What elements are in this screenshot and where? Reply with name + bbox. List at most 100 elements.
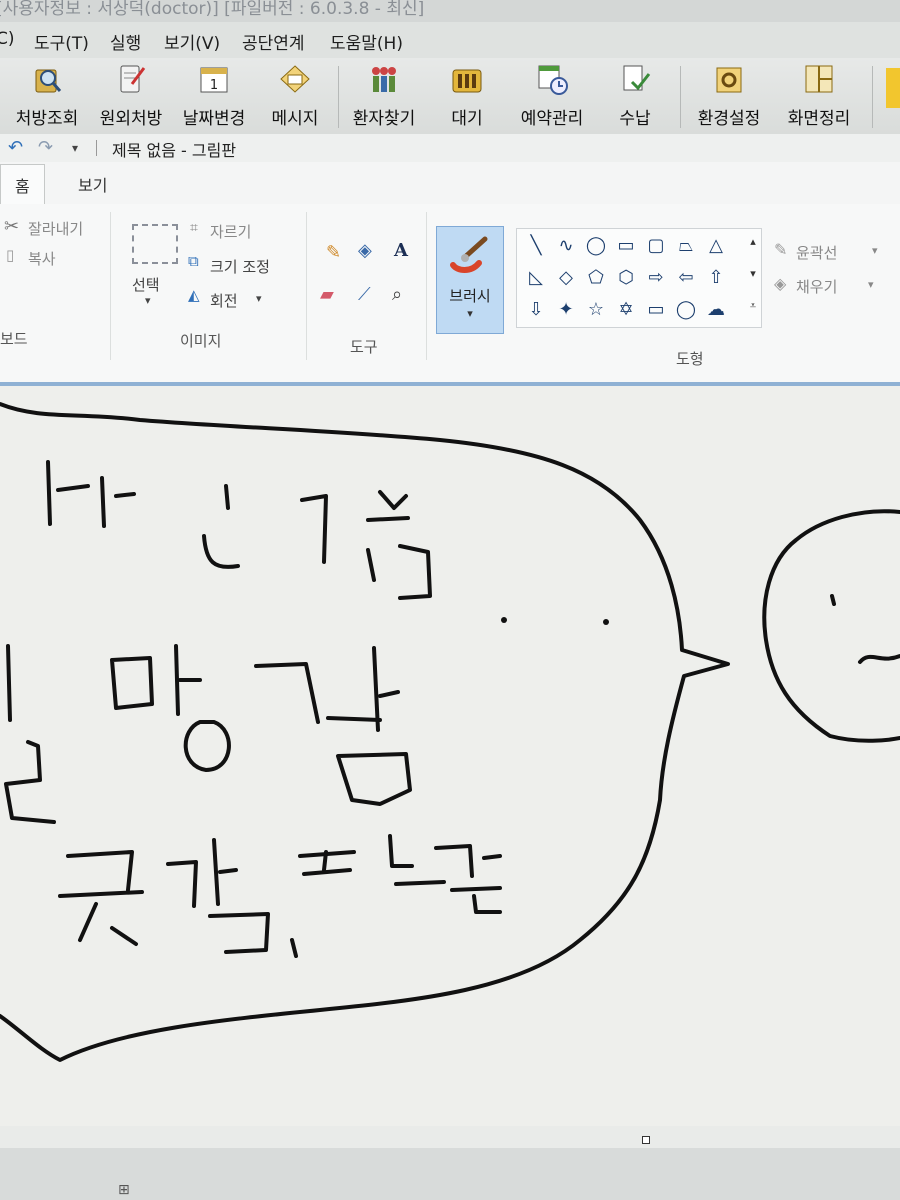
right-arrow-shape-icon[interactable]: ⇨ bbox=[645, 267, 667, 289]
resize-button[interactable]: 크기 조정 bbox=[210, 256, 270, 277]
toolbar-label: 환경설정 bbox=[697, 109, 761, 129]
toolbar-label: 메시지 bbox=[271, 109, 319, 129]
fill-button[interactable]: 채우기 bbox=[796, 276, 837, 297]
menu-item-run[interactable]: 실행 bbox=[110, 29, 141, 54]
prescription-search-button[interactable]: 처방조회 bbox=[10, 62, 84, 132]
group-separator bbox=[110, 212, 111, 360]
reservation-button[interactable]: 예약관리 bbox=[512, 62, 592, 132]
line-shape-icon[interactable]: ╲ bbox=[525, 235, 547, 257]
drawing-canvas[interactable] bbox=[0, 386, 900, 1126]
clipboard-group-title: 보드 bbox=[0, 330, 28, 348]
redo-icon[interactable]: ↷ bbox=[38, 137, 53, 158]
handwriting-stroke bbox=[450, 886, 502, 892]
cloud-callout-shape-icon[interactable]: ☁ bbox=[705, 299, 727, 321]
rotate-dropdown-icon[interactable]: ▾ bbox=[256, 292, 262, 305]
six-point-star-shape-icon[interactable]: ✡ bbox=[615, 299, 637, 321]
handwriting-stroke bbox=[322, 850, 328, 872]
handwriting-stroke bbox=[46, 460, 52, 526]
shapes-scroll-down-icon[interactable]: ▾ bbox=[745, 267, 761, 289]
color-picker-icon[interactable]: ⟋ bbox=[358, 284, 371, 305]
payment-button[interactable]: 수납 bbox=[604, 62, 666, 132]
waiting-icon bbox=[452, 69, 482, 93]
toolbar-label: 대기 bbox=[451, 109, 483, 129]
magnifier-icon[interactable]: ⌕ bbox=[392, 284, 402, 305]
menu-item-view[interactable]: 보기(V) bbox=[164, 29, 220, 54]
screen-arrange-button[interactable]: 화면정리 bbox=[778, 62, 860, 132]
reservation-icon bbox=[538, 65, 568, 95]
pentagon-shape-icon[interactable]: ⬠ bbox=[585, 267, 607, 289]
right-triangle-shape-icon[interactable]: ◺ bbox=[525, 267, 547, 289]
rect-callout-shape-icon[interactable]: ▭ bbox=[645, 299, 667, 321]
select-button[interactable]: 선택 bbox=[132, 274, 160, 295]
select-dropdown-icon[interactable]: ▾ bbox=[145, 294, 151, 307]
waiting-button[interactable]: 대기 bbox=[434, 62, 500, 132]
polygon-shape-icon[interactable]: ⏢ bbox=[675, 235, 697, 257]
up-arrow-shape-icon[interactable]: ⇧ bbox=[705, 267, 727, 289]
copy-button[interactable]: 복사 bbox=[28, 248, 56, 269]
menu-item-nhis[interactable]: 공단연계 bbox=[242, 29, 305, 54]
tab-home[interactable]: 홈 bbox=[0, 164, 45, 207]
shapes-group-title: 도형 bbox=[676, 350, 704, 368]
brush-button[interactable]: 브러시 ▾ bbox=[436, 226, 504, 334]
patient-search-button[interactable]: 환자찾기 bbox=[346, 62, 422, 132]
outside-prescription-button[interactable]: 원외처방 bbox=[94, 62, 168, 132]
rotate-button[interactable]: 회전 bbox=[210, 290, 238, 311]
change-date-button[interactable]: 1 날짜변경 bbox=[176, 62, 252, 132]
select-icon[interactable] bbox=[132, 224, 178, 264]
status-bar: ⊞ bbox=[0, 1148, 900, 1200]
cut-button[interactable]: 잘라내기 bbox=[28, 218, 83, 239]
five-point-star-shape-icon[interactable]: ☆ bbox=[585, 299, 607, 321]
menu-item-c[interactable]: C) bbox=[0, 29, 15, 49]
fill-bucket-icon[interactable]: ◈ bbox=[358, 240, 372, 261]
toolbar-label: 원외처방 bbox=[99, 109, 163, 129]
canvas-area[interactable] bbox=[0, 386, 900, 1126]
diamond-shape-icon[interactable]: ◇ bbox=[555, 267, 577, 289]
menu-item-tools[interactable]: 도구(T) bbox=[34, 29, 89, 54]
brush-dropdown-icon[interactable]: ▾ bbox=[437, 307, 503, 320]
toolbar-label: 환자찾기 bbox=[352, 109, 416, 129]
crop-button[interactable]: 자르기 bbox=[210, 221, 251, 242]
shapes-gallery: ╲ ∿ ◯ ▭ ▢ ⏢ △ ◺ ◇ ⬠ ⬡ ⇨ ⇦ ⇧ ⇩ ✦ ☆ ✡ ▭ ◯ … bbox=[516, 228, 762, 328]
hexagon-shape-icon[interactable]: ⬡ bbox=[615, 267, 637, 289]
toolbar-label: 화면정리 bbox=[787, 109, 851, 129]
handwriting-stroke bbox=[366, 516, 410, 522]
menu-item-help[interactable]: 도움말(H) bbox=[330, 29, 403, 54]
shapes-expand-icon[interactable]: ⩡ bbox=[745, 299, 761, 321]
four-point-star-shape-icon[interactable]: ✦ bbox=[555, 299, 577, 321]
handwriting-stroke bbox=[100, 476, 106, 528]
pencil-icon[interactable]: ✎ bbox=[326, 242, 341, 263]
canvas-resize-handle[interactable] bbox=[642, 1136, 650, 1144]
outline-button[interactable]: 윤곽선 bbox=[796, 242, 837, 263]
paint-window-title: 제목 없음 - 그림판 bbox=[112, 141, 237, 160]
undo-icon[interactable]: ↶ bbox=[8, 137, 23, 158]
rectangle-shape-icon[interactable]: ▭ bbox=[615, 235, 637, 257]
down-arrow-shape-icon[interactable]: ⇩ bbox=[525, 299, 547, 321]
curve-shape-icon[interactable]: ∿ bbox=[555, 235, 577, 257]
oval-shape-icon[interactable]: ◯ bbox=[585, 235, 607, 257]
ribbon-tabs: 홈 보기 bbox=[0, 162, 900, 207]
oval-callout-shape-icon[interactable]: ◯ bbox=[675, 299, 697, 321]
shapes-scroll-up-icon[interactable]: ▴ bbox=[745, 235, 761, 257]
tab-view[interactable]: 보기 bbox=[78, 172, 107, 196]
brush-icon bbox=[450, 236, 488, 273]
overflow-toolbar-icon[interactable] bbox=[886, 68, 900, 108]
app-toolbar: 처방조회 원외처방 1 날짜변경 메시지 환자찾기 대기 예약관리 수납 환경설… bbox=[0, 58, 900, 135]
resize-icon: ⧉ bbox=[188, 252, 199, 270]
outline-dropdown-icon[interactable]: ▾ bbox=[872, 244, 878, 257]
canvas-surface[interactable] bbox=[0, 386, 900, 1126]
left-arrow-shape-icon[interactable]: ⇦ bbox=[675, 267, 697, 289]
text-tool-icon[interactable]: A bbox=[394, 240, 408, 261]
scissors-icon: ✂ bbox=[4, 216, 20, 237]
rounded-rectangle-shape-icon[interactable]: ▢ bbox=[645, 235, 667, 257]
fill-dropdown-icon[interactable]: ▾ bbox=[868, 278, 874, 291]
toolbar-separator bbox=[872, 66, 873, 128]
eraser-icon[interactable]: ▰ bbox=[320, 284, 334, 305]
toolbar-label: 처방조회 bbox=[15, 109, 79, 129]
handwriting-stroke bbox=[218, 868, 238, 874]
triangle-shape-icon[interactable]: △ bbox=[705, 235, 727, 257]
settings-button[interactable]: 환경설정 bbox=[688, 62, 770, 132]
message-button[interactable]: 메시지 bbox=[264, 62, 326, 132]
quick-access-dropdown-icon[interactable]: ▾ bbox=[72, 141, 78, 155]
toolbar-label: 날짜변경 bbox=[182, 109, 246, 129]
host-title-text: [사용자정보 : 서상덕(doctor)] [파일버전 : 6.0.3.8 - … bbox=[0, 0, 425, 19]
